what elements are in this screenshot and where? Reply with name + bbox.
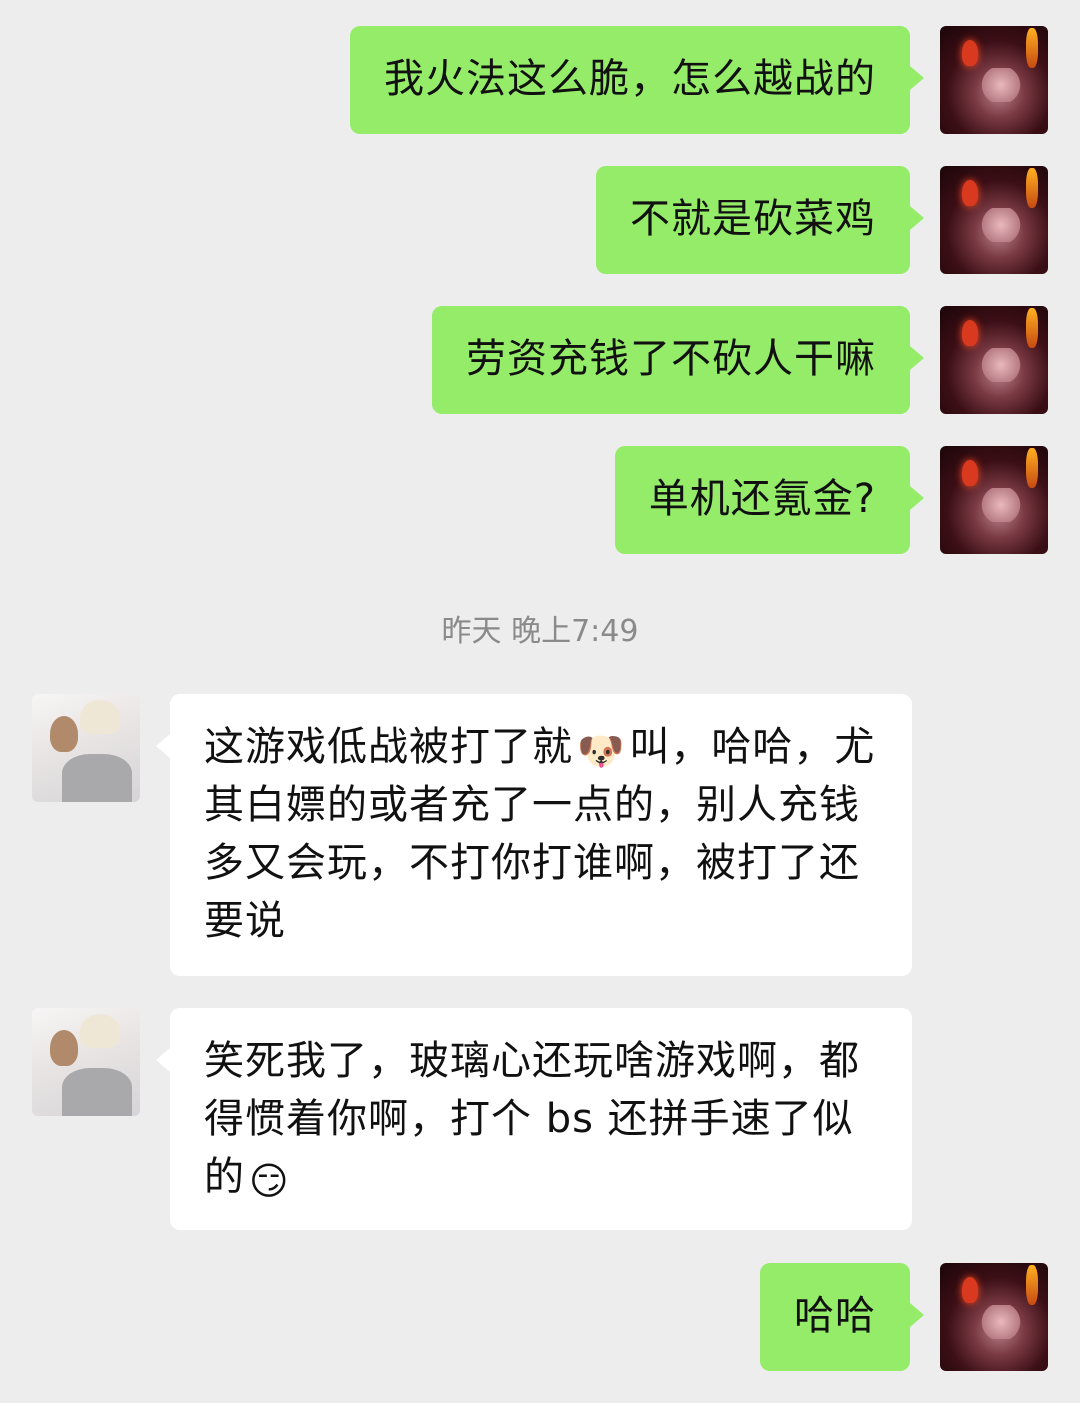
avatar-decoration xyxy=(62,1068,132,1116)
message-bubble[interactable]: 不就是砍菜鸡 xyxy=(596,166,924,274)
self-avatar[interactable] xyxy=(940,446,1048,554)
dog-face-emoji-icon: 🐶 xyxy=(577,729,626,773)
avatar-decoration xyxy=(80,1014,120,1048)
avatar-decoration xyxy=(62,754,132,802)
message-bubble[interactable]: 单机还氪金? xyxy=(614,446,925,554)
self-avatar[interactable] xyxy=(940,1263,1048,1371)
message-bubble[interactable]: 笑死我了，玻璃心还玩啥游戏啊，都得惯着你啊，打个 bs 还拼手速了似的 😏 xyxy=(156,1008,912,1230)
avatar-decoration xyxy=(1026,1265,1038,1305)
message-bubble[interactable]: 劳资充钱了不砍人干嘛 xyxy=(432,306,924,414)
avatar-decoration xyxy=(1026,28,1038,68)
avatar-decoration xyxy=(962,40,978,66)
message-bubble[interactable]: 哈哈 xyxy=(760,1263,924,1371)
message-bubble[interactable]: 这游戏低战被打了就 🐶 叫，哈哈，尤其白嫖的或者充了一点的，别人充钱多又会玩，不打你… xyxy=(156,694,912,976)
self-avatar[interactable] xyxy=(940,166,1048,274)
self-avatar[interactable] xyxy=(940,306,1048,414)
message-text: 不就是砍菜鸡 xyxy=(630,196,876,242)
avatar-decoration xyxy=(962,460,978,486)
self-avatar[interactable] xyxy=(940,26,1048,134)
contact-avatar[interactable] xyxy=(32,694,140,802)
avatar-decoration xyxy=(50,716,78,752)
message-row: 不就是砍菜鸡 xyxy=(596,166,1048,274)
message-text: 单机还氪金? xyxy=(648,476,876,522)
message-text: 劳资充钱了不砍人干嘛 xyxy=(466,336,876,382)
avatar-decoration xyxy=(980,1305,1022,1339)
avatar-decoration xyxy=(1026,448,1038,488)
message-text: 笑死我了，玻璃心还玩啥游戏啊，都得惯着你啊，打个 bs 还拼手速了似的 xyxy=(204,1038,860,1200)
avatar-decoration xyxy=(980,68,1022,102)
message-row: 劳资充钱了不砍人干嘛 xyxy=(432,306,1048,414)
avatar-decoration xyxy=(962,1277,978,1303)
avatar-decoration xyxy=(980,208,1022,242)
avatar-decoration xyxy=(1026,308,1038,348)
chat-window: 我火法这么脆，怎么越战的 不就是砍菜鸡 劳资充钱了不砍人干嘛 单机还氪金? 昨天… xyxy=(0,0,1080,1403)
contact-avatar[interactable] xyxy=(32,1008,140,1116)
message-text: 我火法这么脆，怎么越战的 xyxy=(384,56,876,102)
message-text: 哈哈 xyxy=(794,1293,876,1339)
message-bubble[interactable]: 我火法这么脆，怎么越战的 xyxy=(350,26,924,134)
avatar-decoration xyxy=(962,320,978,346)
avatar-decoration xyxy=(962,180,978,206)
avatar-decoration xyxy=(50,1030,78,1066)
message-row: 哈哈 xyxy=(760,1263,1048,1371)
timestamp: 昨天 晚上7:49 xyxy=(441,614,639,649)
avatar-decoration xyxy=(980,348,1022,382)
message-row: 笑死我了，玻璃心还玩啥游戏啊，都得惯着你啊，打个 bs 还拼手速了似的 😏 xyxy=(32,1008,912,1230)
avatar-decoration xyxy=(980,488,1022,522)
avatar-decoration xyxy=(1026,168,1038,208)
message-text: 这游戏低战被打了就 xyxy=(204,724,573,770)
message-row: 这游戏低战被打了就 🐶 叫，哈哈，尤其白嫖的或者充了一点的，别人充钱多又会玩，不打你… xyxy=(32,694,912,976)
message-row: 单机还氪金? xyxy=(614,446,1048,554)
smirk-emoji-icon: 😏 xyxy=(249,1159,290,1203)
avatar-decoration xyxy=(80,700,120,734)
message-row: 我火法这么脆，怎么越战的 xyxy=(350,26,1048,134)
